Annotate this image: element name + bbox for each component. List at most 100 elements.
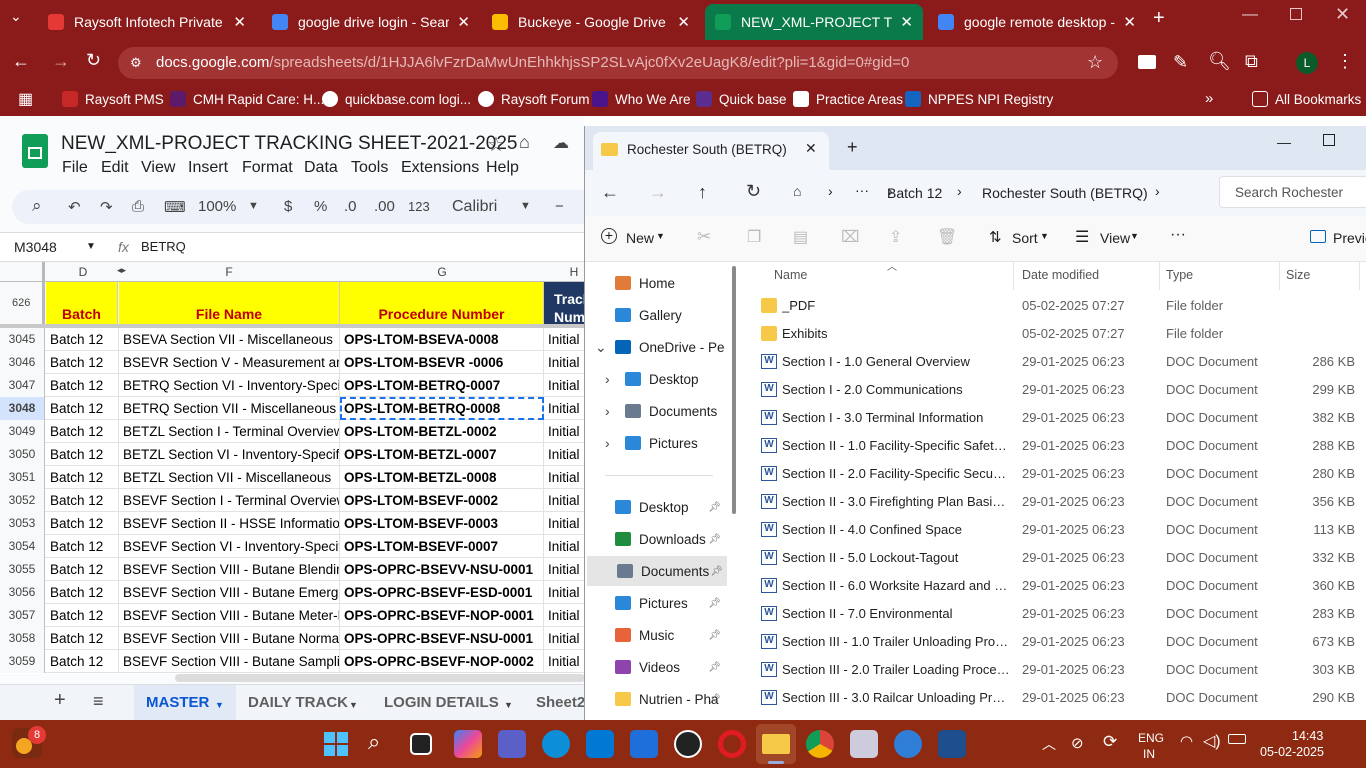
close-tab-icon[interactable]: ✕ [677, 13, 690, 31]
row-number[interactable]: 3059 [0, 650, 45, 673]
percent-format-button[interactable]: % [314, 198, 327, 215]
nav-item-music[interactable]: Music 📌︎ [585, 620, 725, 650]
chevron-down-icon[interactable]: ▼ [248, 200, 259, 212]
add-sheet-button[interactable]: + [54, 689, 66, 712]
row-number[interactable]: 3048 [0, 397, 45, 420]
breadcrumb-batch[interactable]: Batch 12 [887, 185, 942, 201]
tab-search-button[interactable]: ⌄ [10, 8, 22, 25]
chevron-down-icon[interactable]: ▼ [86, 241, 96, 252]
address-bar[interactable]: ⚙ docs.google.com/spreadsheets/d/1HJJA6l… [118, 47, 1118, 79]
browser-tab[interactable]: Buckeye - Google Drive ✕ [482, 4, 700, 40]
cell-file-name[interactable]: BETRQ Section VII - Miscellaneous [119, 397, 340, 420]
pen-icon[interactable]: ✎ [1173, 52, 1188, 73]
select-all-corner[interactable] [0, 262, 45, 282]
row-number[interactable]: 3055 [0, 558, 45, 581]
preview-button[interactable]: Previe [1333, 230, 1366, 246]
cell-file-name[interactable]: BSEVF Section VIII - Butane Meter-Pr [119, 604, 340, 627]
sheet-menu-chevron-icon[interactable]: ▼ [349, 700, 358, 710]
file-explorer-taskbar-button[interactable] [756, 724, 796, 764]
cell-batch[interactable]: Batch 12 [46, 489, 119, 512]
sheet-menu-chevron-icon[interactable]: ▼ [504, 700, 513, 710]
row-number[interactable]: 3046 [0, 351, 45, 374]
row-number[interactable]: 3057 [0, 604, 45, 627]
refresh-icon[interactable]: ↻ [746, 181, 761, 202]
row-number[interactable]: 3056 [0, 581, 45, 604]
menu-edit[interactable]: Edit [101, 159, 129, 177]
cell-tracking-status[interactable]: Initial [544, 420, 584, 443]
print-icon[interactable]: ⎙ [132, 198, 144, 215]
bookmark-quickbase-login[interactable]: quickbase.com logi... [322, 91, 471, 107]
minimize-window-button[interactable]: — [1242, 6, 1258, 24]
expand-chevron-icon[interactable]: ⌄ [595, 339, 607, 356]
extension-icon[interactable] [1138, 55, 1156, 69]
move-icon[interactable]: ⌂ [519, 132, 530, 153]
power-automate-icon[interactable] [630, 730, 658, 758]
preview-pane-icon[interactable] [1310, 230, 1326, 243]
menu-extensions[interactable]: Extensions [401, 159, 479, 177]
sheets-logo-icon[interactable] [22, 134, 48, 168]
column-header-h[interactable]: H [544, 265, 584, 279]
cell-procedure-number[interactable]: OPS-LTOM-BSEVA-0008 [340, 328, 544, 351]
document-title[interactable]: NEW_XML-PROJECT TRACKING SHEET-2021-2025 [61, 133, 518, 155]
more-bookmarks-icon[interactable]: » [1205, 90, 1213, 107]
file-list-item[interactable]: W Section II - 2.0 Facility-Specific Secu… [739, 460, 1366, 488]
vpn-icon[interactable]: ⊘ [1071, 734, 1084, 752]
undo-icon[interactable]: ↶ [68, 198, 81, 216]
all-sheets-icon[interactable]: ≡ [93, 691, 104, 712]
volume-icon[interactable]: ◁) [1203, 731, 1221, 751]
nav-pane-scrollbar[interactable] [732, 266, 736, 514]
cell-batch[interactable]: Batch 12 [46, 466, 119, 489]
cell-procedure-number[interactable]: OPS-LTOM-BETZL-0002 [340, 420, 544, 443]
cell-tracking-status[interactable]: Initial [544, 650, 584, 673]
breadcrumb-current-folder[interactable]: Rochester South (BETRQ) [982, 185, 1148, 201]
file-list-item[interactable]: W Section III - 3.0 Railcar Unloading Pro… [739, 684, 1366, 712]
row-number[interactable]: 3053 [0, 512, 45, 535]
nav-item-documents[interactable]: › Documents [585, 396, 725, 426]
cell-tracking-status[interactable]: Initial [544, 535, 584, 558]
task-view-icon[interactable] [410, 733, 432, 755]
nav-item-gallery[interactable]: Gallery [585, 300, 725, 330]
bookmark-who-we-are[interactable]: Who We Are [592, 91, 691, 107]
sort-icon[interactable]: ⇅ [989, 228, 1002, 246]
row-number[interactable]: 3058 [0, 627, 45, 650]
row-number[interactable]: 3052 [0, 489, 45, 512]
cell-procedure-number[interactable]: OPS-OPRC-BSEVF-NOP-0001 [340, 604, 544, 627]
name-box[interactable]: M3048 [14, 239, 57, 255]
cell-tracking-status[interactable]: Initial [544, 627, 584, 650]
cell-file-name[interactable]: BETZL Section VI - Inventory-Specific [119, 443, 340, 466]
nav-item-videos[interactable]: Videos 📌︎ [585, 652, 725, 682]
new-explorer-tab-button[interactable]: + [847, 137, 858, 158]
cell-procedure-number[interactable]: OPS-OPRC-BSEVF-ESD-0001 [340, 581, 544, 604]
column-name-header[interactable]: Name [774, 268, 807, 282]
new-plus-icon[interactable]: + [601, 228, 617, 244]
cell-procedure-number[interactable]: OPS-LTOM-BETZL-0008 [340, 466, 544, 489]
edge-icon[interactable] [542, 730, 570, 758]
file-list-item[interactable]: W Section I - 2.0 Communications 29-01-202… [739, 376, 1366, 404]
restore-window-button[interactable] [1290, 8, 1302, 20]
show-hidden-icons-icon[interactable]: ︿ [1042, 734, 1056, 754]
nav-item-onedrive[interactable]: ⌄ OneDrive - Perso [585, 332, 725, 362]
browser-tab[interactable]: google drive login - Search ✕ [262, 4, 480, 40]
zoom-select[interactable]: 100% [198, 198, 236, 215]
cell-tracking-status[interactable]: Initial [544, 489, 584, 512]
new-button[interactable]: New [626, 230, 654, 246]
header-tracking-number[interactable]: Track Num [544, 282, 584, 324]
nav-item-folder[interactable]: Nutrien - Pha 📌︎ [585, 684, 725, 714]
cell-file-name[interactable]: BSEVF Section VIII - Butane Emergen [119, 581, 340, 604]
font-select[interactable]: Calibri [452, 198, 497, 216]
cell-procedure-number[interactable]: OPS-OPRC-BSEVF-NOP-0002 [340, 650, 544, 673]
delete-icon[interactable]: 🗑︎ [937, 227, 957, 247]
currency-format-button[interactable]: $ [284, 198, 292, 215]
all-bookmarks-button[interactable]: All Bookmarks [1252, 91, 1361, 107]
cell-tracking-status[interactable]: Initial [544, 443, 584, 466]
cell-file-name[interactable]: BSEVF Section I - Terminal Overview [119, 489, 340, 512]
breadcrumb-overflow-icon[interactable]: ··· [855, 182, 869, 198]
clock-time[interactable]: 14:43 [1292, 729, 1323, 743]
reload-icon[interactable]: ↻ [86, 50, 101, 71]
bookmark-quick-base[interactable]: Quick base [696, 91, 787, 107]
up-icon[interactable]: ↑ [698, 182, 707, 203]
cell-batch[interactable]: Batch 12 [46, 650, 119, 673]
more-options-icon[interactable]: ··· [1170, 226, 1186, 244]
close-tab-icon[interactable]: ✕ [457, 13, 470, 31]
rename-icon[interactable]: ⌧ [841, 227, 859, 247]
